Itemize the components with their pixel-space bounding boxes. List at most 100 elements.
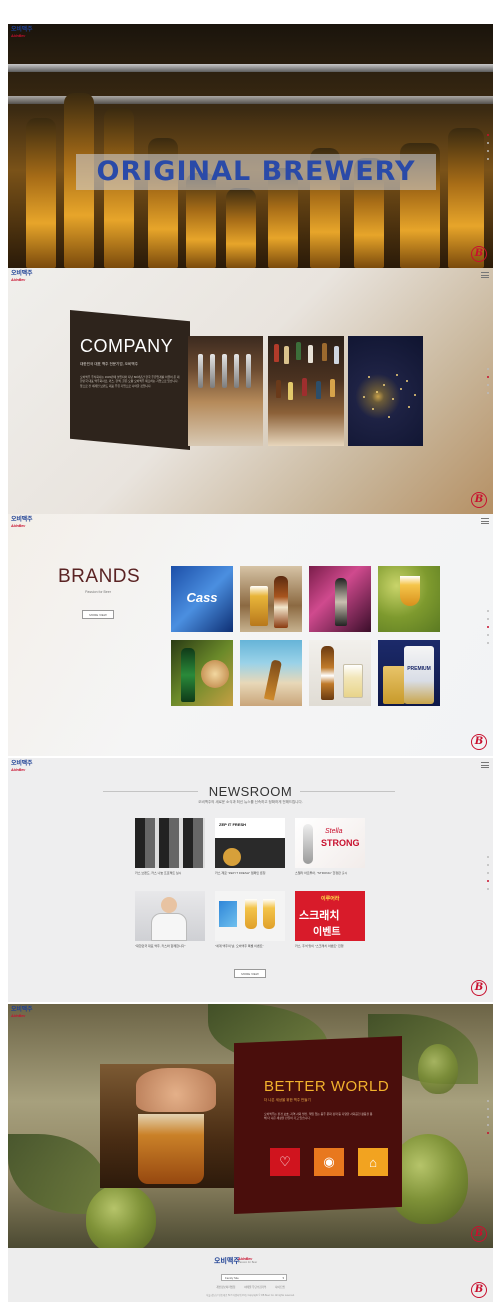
news-image: ZEP IT FRESH xyxy=(215,818,285,868)
news-image-text: 이루어라 xyxy=(321,896,340,902)
bottle xyxy=(226,188,256,268)
logo-english: AbInBev xyxy=(11,34,26,38)
logo-english: AbInBev xyxy=(11,278,26,282)
logo-korean: 오비맥주 xyxy=(11,271,33,277)
brand-tile-hoegaarden[interactable] xyxy=(309,640,371,706)
footer-link[interactable]: 사이트맵 xyxy=(275,1286,285,1289)
brand-tile-label: PREMIUM xyxy=(407,666,431,672)
brand-tile-premium[interactable]: PREMIUM xyxy=(378,640,440,706)
better-world-section: 오비맥주 AbInBev BETTER WORLD 더 나은 세상을 위한 맥주… xyxy=(8,1004,493,1248)
section-indicator[interactable] xyxy=(487,610,490,650)
drop-icon[interactable]: ◉ xyxy=(314,1148,344,1176)
glass xyxy=(400,576,420,606)
footer-link[interactable]: 개인정보처리방침 xyxy=(216,1286,235,1289)
brands-more-button[interactable]: MORE VIEW xyxy=(82,610,114,619)
bottle xyxy=(335,578,347,626)
brand-badge-icon[interactable]: B xyxy=(471,980,487,996)
box xyxy=(219,901,237,927)
hop-cone xyxy=(418,1044,458,1094)
heart-hands-icon[interactable]: ♡ xyxy=(270,1148,300,1176)
footer-logo-korean: 오비맥주 xyxy=(214,1258,240,1265)
family-site-select[interactable]: Family Site ▾ xyxy=(221,1274,287,1281)
brand-badge-icon[interactable]: B xyxy=(471,1282,487,1298)
brand-tile-budweiser-glass[interactable] xyxy=(240,566,302,632)
news-caption: "세계 맥주의 날, 오비맥주 특별 이벤트" xyxy=(215,944,264,948)
brand-badge-icon[interactable]: B xyxy=(471,492,487,508)
company-more-button[interactable]: MORE VIEW xyxy=(116,452,148,461)
footer-link[interactable]: 이메일 무단수집거부 xyxy=(244,1286,266,1289)
brands-title: BRANDS xyxy=(58,566,141,587)
footer: 오비맥주 AbInBev Passion for Beer Family Sit… xyxy=(8,1248,493,1302)
news-image-text: STRONG xyxy=(321,838,360,848)
brand-badge-icon[interactable]: B xyxy=(471,1226,487,1242)
section-indicator[interactable] xyxy=(487,856,490,896)
bottle xyxy=(303,824,313,864)
footer-links: 개인정보처리방침 이메일 무단수집거부 사이트맵 xyxy=(8,1285,493,1289)
news-card[interactable]: ZEP IT FRESH 카스 제로 "ZEP IT FRESH" 캠페인 론칭 xyxy=(215,818,285,875)
news-image: 이루어라 스크래치 이벤트 xyxy=(295,891,365,941)
person-body xyxy=(151,913,187,941)
brand-tile-green-bottle[interactable] xyxy=(171,640,233,706)
hop-cone xyxy=(86,1184,156,1248)
bottle xyxy=(181,648,195,702)
newsroom-subtitle: 오비맥주의 새로운 소식과 최신 뉴스를 신속하고 정확하게 전해드립니다. xyxy=(198,800,303,804)
company-subtitle: 대한민국 대표 맥주 전문기업, 오비맥주 xyxy=(80,362,138,366)
logo-english: AbInBev xyxy=(11,768,26,772)
brands-subtitle: Passion for Beer xyxy=(85,590,111,594)
bottle xyxy=(26,118,56,268)
food-plate xyxy=(223,848,241,866)
news-card[interactable]: Stella STRONG 스텔라 아르투아, "STRONG" 한정판 출시 xyxy=(295,818,365,875)
news-image xyxy=(135,891,205,941)
glass xyxy=(263,899,275,929)
brand-tile-cass[interactable]: Cass xyxy=(171,566,233,632)
beer-taps-photo xyxy=(188,336,263,446)
logo[interactable]: 오비맥주 AbInBev xyxy=(11,517,33,531)
brand-badge-icon[interactable]: B xyxy=(471,734,487,750)
bottle xyxy=(274,576,288,628)
logo-korean: 오비맥주 xyxy=(11,517,33,523)
bar-shelf-photo xyxy=(268,336,344,446)
menu-icon[interactable] xyxy=(481,518,489,524)
brand-tile-label: Cass xyxy=(186,590,218,605)
news-card[interactable]: 카스 브랜드, 카스 나눔 프로젝트 실시 xyxy=(135,818,205,875)
news-card[interactable]: "대한민국 대표 맥주, 카스와 함께합니다" xyxy=(135,891,205,948)
news-card[interactable]: 이루어라 스크래치 이벤트 카스, 추석 맞이 "스크래치 이벤트" 진행 xyxy=(295,891,365,948)
brand-tile-hop-glass[interactable] xyxy=(378,566,440,632)
section-indicator[interactable] xyxy=(487,1100,490,1140)
logo-korean: 오비맥주 xyxy=(11,27,33,33)
news-image xyxy=(215,891,285,941)
section-indicator[interactable] xyxy=(487,134,490,166)
building-icon[interactable]: ⌂ xyxy=(358,1148,388,1176)
logo-english: AbInBev xyxy=(11,524,26,528)
news-caption: 카스, 추석 맞이 "스크래치 이벤트" 진행 xyxy=(295,944,344,948)
hero-title: ORIGINAL BREWERY xyxy=(76,154,436,190)
news-image-text: Stella xyxy=(325,828,343,835)
newsroom-more-button[interactable]: MORE VIEW xyxy=(234,969,266,978)
logo[interactable]: 오비맥주 AbInBev xyxy=(11,1007,33,1021)
logo[interactable]: 오비맥주 AbInBev xyxy=(11,27,33,41)
section-indicator[interactable] xyxy=(487,368,490,400)
logo-english: AbInBev xyxy=(11,1014,26,1018)
better-world-description: 오비맥주는 환경 보호, 지역 사회 발전, 책임 있는 음주 문화 정착 등 … xyxy=(264,1112,373,1121)
news-image-text: 스크래치 xyxy=(299,910,340,922)
menu-icon[interactable] xyxy=(481,762,489,768)
family-site-label: Family Site xyxy=(225,1276,239,1280)
logo[interactable]: 오비맥주 AbInBev xyxy=(11,761,33,775)
brand-tile-beach-bottle[interactable] xyxy=(240,640,302,706)
hero-section: 오비맥주 AbInBev ORIGINAL BREWERY B xyxy=(8,24,493,268)
brands-section: 오비맥주 AbInBev BRANDS Passion for Beer MOR… xyxy=(8,514,493,756)
newsroom-section: 오비맥주 AbInBev NEWSROOM 오비맥주의 새로운 소식과 최신 뉴… xyxy=(8,758,493,1002)
news-image xyxy=(135,818,205,868)
beer-cup xyxy=(138,1114,204,1184)
news-card[interactable]: "세계 맥주의 날, 오비맥주 특별 이벤트" xyxy=(215,891,285,948)
brand-tile-hanmac-party[interactable] xyxy=(309,566,371,632)
brand-badge-icon[interactable]: B xyxy=(471,246,487,262)
menu-icon[interactable] xyxy=(481,272,489,278)
chevron-down-icon: ▾ xyxy=(282,1276,284,1280)
better-world-panel: BETTER WORLD 더 나은 세상을 위한 맥주 만들기 오비맥주는 환경… xyxy=(234,1036,402,1214)
glass xyxy=(250,586,268,626)
person-head xyxy=(161,897,177,913)
news-image-text: 이벤트 xyxy=(313,927,341,938)
logo[interactable]: 오비맥주 AbInBev xyxy=(11,271,33,285)
footer-logo[interactable]: 오비맥주 AbInBev Passion for Beer xyxy=(214,1256,274,1268)
